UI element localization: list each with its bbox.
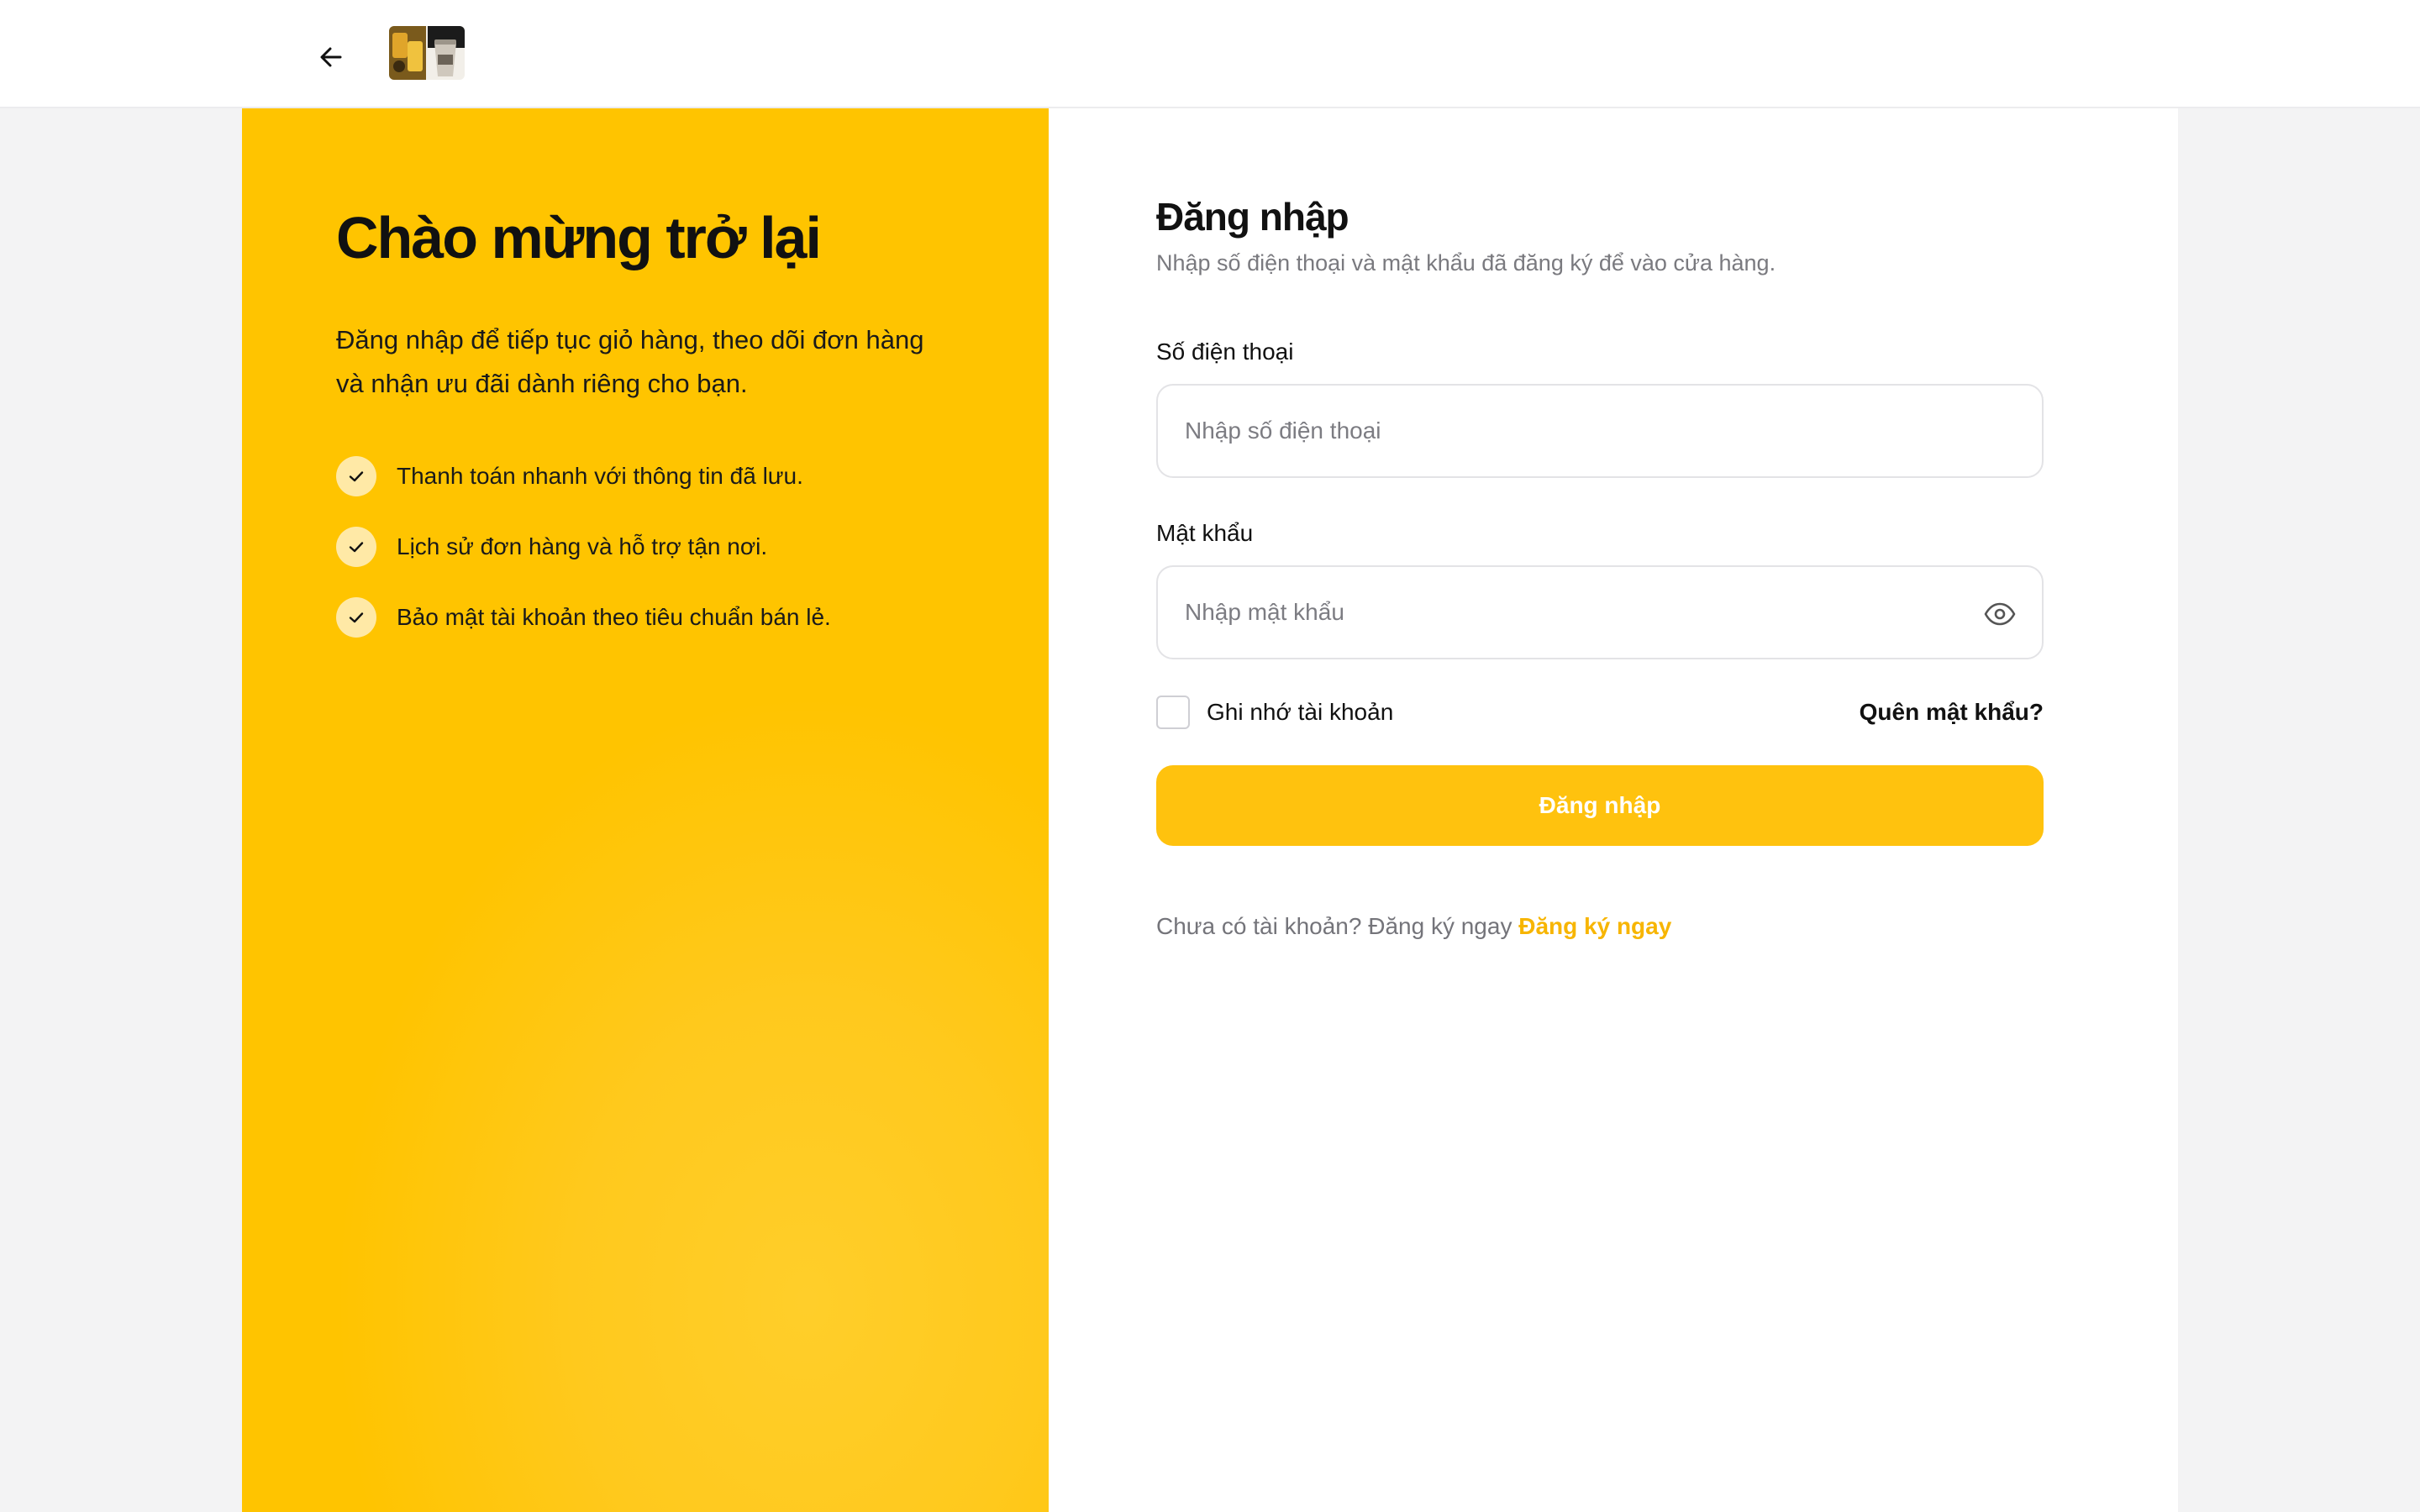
phone-field bbox=[1156, 384, 2044, 479]
benefit-item: Thanh toán nhanh với thông tin đã lưu. bbox=[336, 456, 955, 496]
password-input[interactable] bbox=[1158, 567, 2042, 659]
password-label: Mật khẩu bbox=[1156, 520, 1254, 547]
login-container: Chào mừng trở lại Đăng nhập để tiếp tục … bbox=[242, 108, 2178, 1512]
check-icon bbox=[336, 597, 376, 638]
signup-link[interactable]: Đăng ký ngay bbox=[1518, 913, 1671, 939]
eye-icon bbox=[1984, 602, 2016, 626]
login-button[interactable]: Đăng nhập bbox=[1156, 765, 2044, 847]
remember-label: Ghi nhớ tài khoản bbox=[1207, 699, 1394, 726]
benefit-item: Bảo mật tài khoản theo tiêu chuẩn bán lẻ… bbox=[336, 597, 955, 638]
phone-label: Số điện thoại bbox=[1156, 339, 1294, 365]
benefit-item: Lịch sử đơn hàng và hỗ trợ tận nơi. bbox=[336, 527, 955, 567]
signup-prompt: Chưa có tài khoản? Đăng ký ngay bbox=[1156, 913, 1512, 940]
check-icon bbox=[336, 527, 376, 567]
welcome-panel: Chào mừng trở lại Đăng nhập để tiếp tục … bbox=[242, 108, 1049, 1512]
phone-input[interactable] bbox=[1158, 386, 2042, 477]
top-navigation-bar bbox=[0, 0, 2420, 108]
welcome-subtitle: Đăng nhập để tiếp tục giỏ hàng, theo dõi… bbox=[336, 325, 924, 398]
login-subtitle: Nhập số điện thoại và mật khẩu đã đăng k… bbox=[1156, 250, 1776, 276]
toggle-password-visibility-button[interactable] bbox=[1981, 596, 2018, 633]
remember-me[interactable]: Ghi nhớ tài khoản bbox=[1156, 696, 1394, 730]
store-logo[interactable] bbox=[389, 26, 465, 80]
benefit-text: Lịch sử đơn hàng và hỗ trợ tận nơi. bbox=[397, 533, 768, 559]
welcome-title: Chào mừng trở lại bbox=[336, 205, 822, 270]
arrow-left-icon bbox=[320, 47, 342, 67]
remember-checkbox[interactable] bbox=[1156, 696, 1190, 730]
login-options-row: Ghi nhớ tài khoản Quên mật khẩu? bbox=[1156, 695, 2044, 730]
signup-row: Chưa có tài khoản? Đăng ký ngay Đăng ký … bbox=[1156, 913, 2044, 940]
benefit-text: Thanh toán nhanh với thông tin đã lưu. bbox=[397, 463, 803, 489]
password-field bbox=[1156, 565, 2044, 660]
check-icon bbox=[336, 456, 376, 496]
login-title: Đăng nhập bbox=[1156, 195, 1349, 239]
forgot-password-link[interactable]: Quên mật khẩu? bbox=[1860, 699, 2044, 726]
benefits-list: Thanh toán nhanh với thông tin đã lưu. L… bbox=[336, 456, 955, 638]
back-button[interactable] bbox=[308, 34, 355, 81]
login-form-panel: Đăng nhập Nhập số điện thoại và mật khẩu… bbox=[1049, 108, 2178, 1512]
benefit-text: Bảo mật tài khoản theo tiêu chuẩn bán lẻ… bbox=[397, 604, 831, 630]
